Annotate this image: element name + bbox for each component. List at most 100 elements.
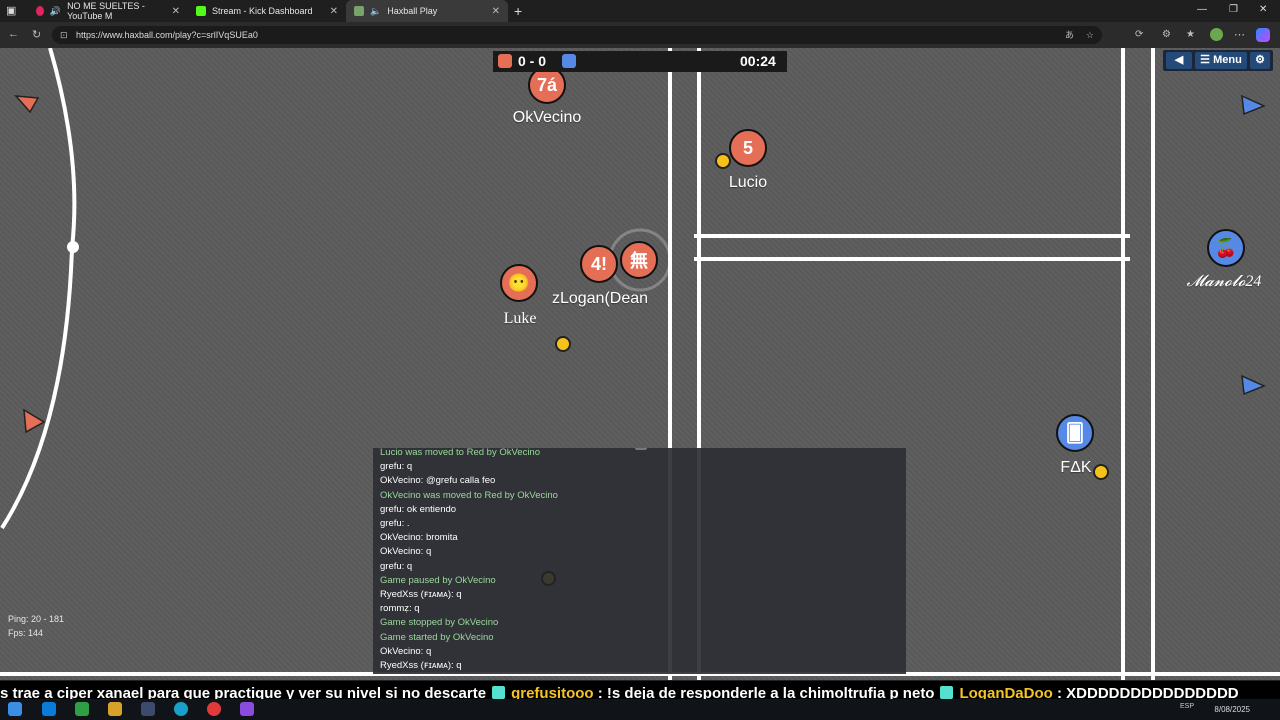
fps-text: Fps: 144 — [8, 628, 44, 638]
player-lucio: 5 — [729, 129, 767, 167]
player-avatar: 5 — [742, 137, 753, 158]
game-timer: 00:24 — [740, 53, 776, 69]
score: 0 - 0 — [518, 53, 547, 69]
close-window-icon[interactable]: ✕ — [1259, 4, 1267, 15]
player-name: 𝓜𝓪𝓷𝓸𝓵𝓸24 — [1186, 273, 1262, 290]
player-avatar: 🂠 — [1065, 422, 1085, 443]
tab-label: NO ME SUELTES - YouTube M — [67, 1, 145, 21]
taskbar-date: 8/08/2025 — [1214, 705, 1250, 714]
player-name: zLogan(Dean — [551, 290, 649, 307]
haxball-icon — [354, 6, 364, 16]
tab-youtube[interactable]: 🔊 NO ME SUELTES - YouTube M ✕ — [28, 0, 188, 22]
url-text: https://www.haxball.com/play?c=srlIVqSUE… — [76, 30, 258, 40]
tab-label: Stream - Kick Dashboard — [212, 6, 313, 16]
tab-haxball[interactable]: 🔈 Haxball Play ✕ — [346, 0, 508, 22]
ball — [1093, 464, 1109, 480]
kick-badge-icon — [492, 686, 506, 699]
player-avatar: 🍒 — [1214, 237, 1238, 258]
chat-message: OkVecino: q — [380, 546, 432, 558]
chat-log[interactable]: Lucio was moved to Red by OkVecino grefu:… — [373, 448, 906, 674]
edge-icon[interactable] — [174, 702, 188, 716]
player-unnamed: 無 — [620, 241, 658, 279]
outlook-icon[interactable] — [42, 702, 56, 716]
chat-message: OkVecino: q — [380, 645, 432, 657]
player-avatar: 😶 — [507, 272, 531, 293]
menu-bar: ◀ ☰ Menu ⚙ — [1163, 50, 1273, 71]
kick-badge-icon — [940, 686, 954, 699]
chat-message: Game stopped by OkVecino — [380, 617, 499, 629]
favorites-icon[interactable]: ★ — [1186, 29, 1195, 40]
sound-icon[interactable]: ◀ — [1166, 52, 1192, 69]
more-icon[interactable]: ⋯ — [1234, 28, 1245, 41]
chat-message: grefu: ok entiendo — [380, 503, 457, 515]
kick-icon — [196, 6, 206, 16]
player-fak: 🂠 — [1056, 414, 1094, 452]
chat-message: grefu: q — [380, 461, 413, 473]
chat-message: RyedXss (ꜰɪᴀᴍᴀ): q — [380, 589, 462, 600]
reload-icon[interactable]: ↻ — [32, 28, 41, 41]
player-name: OkVecino — [512, 109, 582, 126]
player-zlogan: 4! — [580, 245, 618, 283]
favorite-icon[interactable]: ☆ — [1086, 26, 1094, 44]
discord-icon[interactable] — [240, 702, 254, 716]
ball-shadow — [541, 571, 556, 586]
tab-label: Haxball Play — [387, 6, 438, 16]
chat-message: Game paused by OkVecino — [380, 574, 496, 586]
new-tab-icon[interactable]: + — [514, 3, 522, 19]
audio-icon: 🔈 — [370, 5, 382, 16]
chat-message: grefu: q — [380, 560, 413, 572]
chat-message: OkVecino was moved to Red by OkVecino — [380, 489, 558, 501]
app-icon[interactable] — [75, 702, 89, 716]
tab-kick[interactable]: Stream - Kick Dashboard ✕ — [188, 0, 346, 22]
windows-start-icon[interactable] — [8, 702, 22, 716]
minimize-icon[interactable]: — — [1197, 4, 1207, 15]
menu-label: Menu — [1213, 54, 1242, 66]
red-team-swatch — [498, 54, 512, 68]
player-manolo24: 🍒 — [1207, 229, 1245, 267]
player-avatar: 無 — [630, 251, 648, 271]
player-luke: 😶 — [500, 264, 538, 302]
chat-message: OkVecino: bromita — [380, 532, 458, 544]
player-avatar: 4! — [590, 253, 607, 274]
url-input[interactable]: ⊡ https://www.haxball.com/play?c=srlIVqS… — [52, 26, 1102, 44]
close-icon[interactable]: ✕ — [330, 6, 338, 17]
close-icon[interactable]: ✕ — [492, 6, 500, 17]
player-name: Lucio — [728, 174, 768, 191]
chat-message: grefu: . — [380, 518, 410, 529]
audio-icon: 🔊 — [49, 5, 62, 16]
network-stats: Ping: 20 - 181 Fps: 144 — [8, 612, 64, 640]
youtube-icon — [36, 6, 44, 16]
app-icon[interactable] — [141, 702, 155, 716]
chat-message: Game started by OkVecino — [380, 631, 494, 643]
blue-team-swatch — [562, 54, 576, 68]
maximize-icon[interactable]: ❐ — [1229, 4, 1238, 15]
chat-message: Lucio was moved to Red by OkVecino — [380, 448, 541, 458]
refresh-extension-icon[interactable]: ⟳ — [1135, 29, 1143, 40]
tab-strip: ▣ 🔊 NO ME SUELTES - YouTube M ✕ Stream -… — [0, 0, 1280, 22]
taskbar: ESP — [0, 699, 1280, 720]
player-name: FΔK — [1060, 459, 1092, 476]
translate-icon[interactable]: あ — [1065, 26, 1074, 44]
language-indicator[interactable]: ESP — [1180, 703, 1194, 710]
player-name: Luke — [503, 310, 537, 327]
scoreboard: 0 - 0 00:24 — [493, 51, 787, 72]
settings-icon[interactable]: ⚙ — [1250, 52, 1270, 69]
copilot-icon[interactable] — [1256, 28, 1270, 42]
close-icon[interactable]: ✕ — [172, 6, 180, 17]
profile-avatar[interactable] — [1210, 28, 1223, 41]
chat-message: OkVecino: @grefu calla feo — [380, 475, 496, 487]
menu-button[interactable]: ☰ Menu — [1195, 52, 1247, 69]
back-icon[interactable]: ← — [8, 28, 19, 40]
extensions-icon[interactable]: ⚙ — [1162, 29, 1171, 40]
chat-resize-handle[interactable] — [635, 448, 647, 450]
chat-message: rommẓ: q — [380, 603, 420, 615]
explorer-icon[interactable] — [108, 702, 122, 716]
ball — [715, 153, 731, 169]
ping-text: Ping: 20 - 181 — [8, 614, 65, 624]
site-info-icon[interactable]: ⊡ — [60, 26, 68, 44]
player-avatar: 7á — [536, 74, 558, 95]
ball — [555, 336, 571, 352]
chat-message: RyedXss (ꜰɪᴀᴍᴀ): q — [380, 660, 462, 671]
window-menu-icon[interactable]: ▣ — [6, 5, 18, 17]
obs-icon[interactable] — [207, 702, 221, 716]
